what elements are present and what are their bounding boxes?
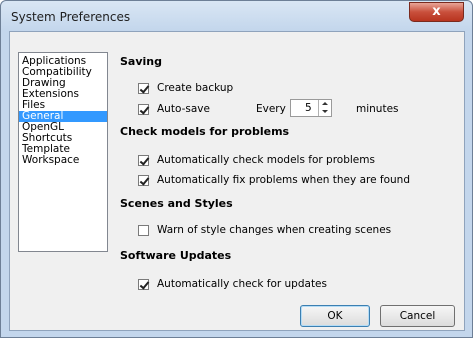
warn-style-label: Warn of style changes when creating scen… [157,224,392,236]
interval-value[interactable]: 5 [305,102,312,114]
updates-heading: Software Updates [120,249,232,262]
spinner-arrows[interactable] [318,100,331,116]
create-backup-label: Create backup [157,82,234,94]
auto-updates-option[interactable]: Automatically check for updates [138,277,327,291]
dialog-body: Applications Compatibility Drawing Exten… [9,31,465,331]
auto-fix-checkbox[interactable] [138,174,149,186]
auto-save-label: Auto-save [157,103,210,115]
warn-style-checkbox[interactable] [138,224,149,236]
create-backup-option[interactable]: Create backup [138,81,233,95]
warn-style-option[interactable]: Warn of style changes when creating scen… [138,223,391,237]
category-item-workspace[interactable]: Workspace [19,155,107,166]
auto-check-label: Automatically check models for problems [157,154,375,166]
auto-updates-label: Automatically check for updates [157,278,327,290]
auto-fix-option[interactable]: Automatically fix problems when they are… [138,173,410,187]
auto-check-option[interactable]: Automatically check models for problems [138,153,375,167]
auto-save-interval-spinner[interactable]: 5 [290,99,332,117]
spin-up-icon[interactable] [322,102,328,105]
close-icon: x [432,4,441,19]
auto-fix-label: Automatically fix problems when they are… [157,174,410,186]
scenes-heading: Scenes and Styles [120,197,233,210]
close-button[interactable]: x [409,2,464,22]
saving-heading: Saving [120,55,162,68]
every-label: Every [256,103,286,115]
cancel-button[interactable]: Cancel [380,305,455,327]
ok-button[interactable]: OK [300,305,370,327]
category-list[interactable]: Applications Compatibility Drawing Exten… [18,52,108,252]
preferences-window: System Preferences x Applications Compat… [0,0,473,338]
auto-save-option[interactable]: Auto-save [138,102,210,116]
title-bar[interactable]: System Preferences x [1,1,472,31]
auto-save-checkbox[interactable] [138,103,149,115]
auto-check-checkbox[interactable] [138,154,149,166]
minutes-label: minutes [356,103,399,115]
auto-updates-checkbox[interactable] [138,278,149,290]
window-title: System Preferences [11,10,131,24]
create-backup-checkbox[interactable] [138,82,149,94]
check-models-heading: Check models for problems [120,125,290,138]
spin-down-icon[interactable] [322,110,328,113]
